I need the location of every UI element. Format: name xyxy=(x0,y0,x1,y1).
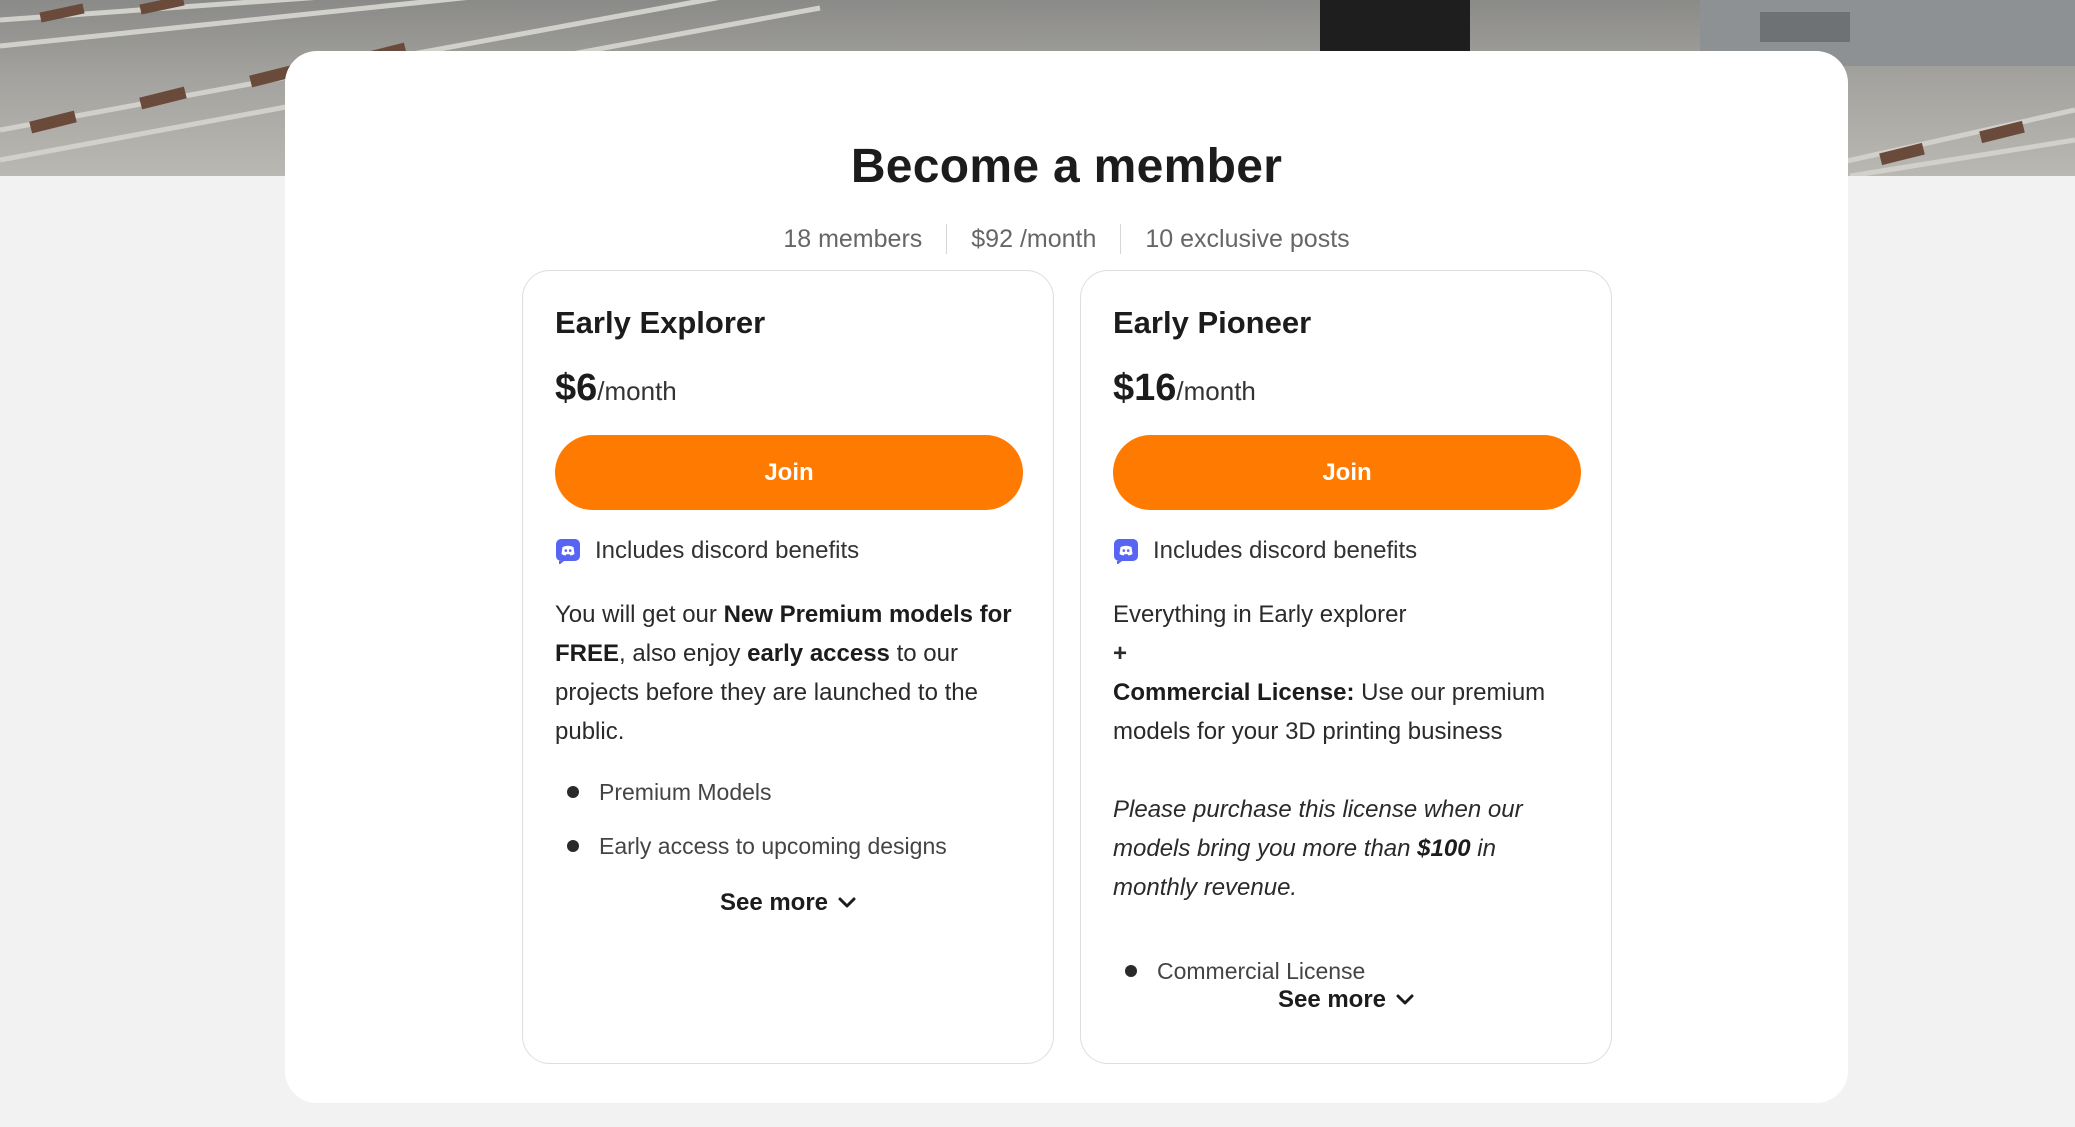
discord-benefits-label: Includes discord benefits xyxy=(595,537,860,564)
discord-benefits-label: Includes discord benefits xyxy=(1153,537,1418,564)
join-button[interactable]: Join xyxy=(1113,435,1581,510)
plus-sign: + xyxy=(1113,640,1128,667)
discord-benefits: Includes discord benefits xyxy=(555,537,859,565)
chevron-down-icon xyxy=(838,897,856,908)
list-item: Early access to upcoming designs xyxy=(555,819,1025,873)
description-text: You will get our xyxy=(555,601,724,628)
bullet-icon xyxy=(1125,965,1137,977)
description-highlight: early access xyxy=(747,640,890,667)
price-period: /month xyxy=(1176,376,1256,406)
description-text: , also enjoy xyxy=(619,640,748,667)
license-note: Please purchase this license when our mo… xyxy=(1113,790,1583,907)
chevron-down-icon xyxy=(1396,994,1414,1005)
see-more-button[interactable]: See more xyxy=(523,889,1053,917)
price-amount: $6 xyxy=(555,367,598,409)
note-highlight: $100 xyxy=(1417,835,1471,862)
tier-title: Early Explorer xyxy=(555,305,766,340)
see-more-label: See more xyxy=(719,889,829,916)
join-button[interactable]: Join xyxy=(555,435,1023,510)
tier-title: Early Pioneer xyxy=(1113,305,1312,340)
benefits-list: Premium Models Early access to upcoming … xyxy=(555,765,1025,873)
benefit-label: Premium Models xyxy=(599,778,772,805)
price-amount: $16 xyxy=(1113,367,1177,409)
price-period: /month xyxy=(597,376,677,406)
benefit-label: Commercial License xyxy=(1157,957,1366,984)
monthly-income: $92 /month xyxy=(971,225,1097,253)
list-item: Premium Models xyxy=(555,765,1025,819)
description-highlight: Commercial License: xyxy=(1113,679,1355,706)
bullet-icon xyxy=(567,786,579,798)
tier-price: $16/month xyxy=(1113,367,1256,410)
membership-stats: 18 members $92 /month 10 exclusive posts xyxy=(285,223,1848,255)
description-text: Everything in Early explorer xyxy=(1113,601,1407,628)
commercial-license-text: Commercial License: Use our premium mode… xyxy=(1113,673,1583,751)
membership-panel: Become a member 18 members $92 /month 10… xyxy=(285,51,1848,1103)
discord-benefits: Includes discord benefits xyxy=(1113,537,1417,565)
tier-card-early-explorer: Early Explorer $6/month Join Includes di… xyxy=(522,270,1054,1064)
tier-price: $6/month xyxy=(555,367,677,410)
bullet-icon xyxy=(567,840,579,852)
tier-description: You will get our New Premium models for … xyxy=(555,595,1025,751)
see-more-button[interactable]: See more xyxy=(1081,986,1611,1014)
see-more-label: See more xyxy=(1277,986,1387,1013)
page-title: Become a member xyxy=(850,140,1283,193)
benefit-label: Early access to upcoming designs xyxy=(599,832,947,859)
discord-icon xyxy=(1113,538,1139,565)
discord-icon xyxy=(555,538,581,565)
tier-description: Everything in Early explorer + Commercia… xyxy=(1113,595,1583,907)
tier-card-early-pioneer: Early Pioneer $16/month Join Includes di… xyxy=(1080,270,1612,1064)
exclusive-posts-count: 10 exclusive posts xyxy=(1145,225,1350,253)
members-count: 18 members xyxy=(783,225,923,253)
